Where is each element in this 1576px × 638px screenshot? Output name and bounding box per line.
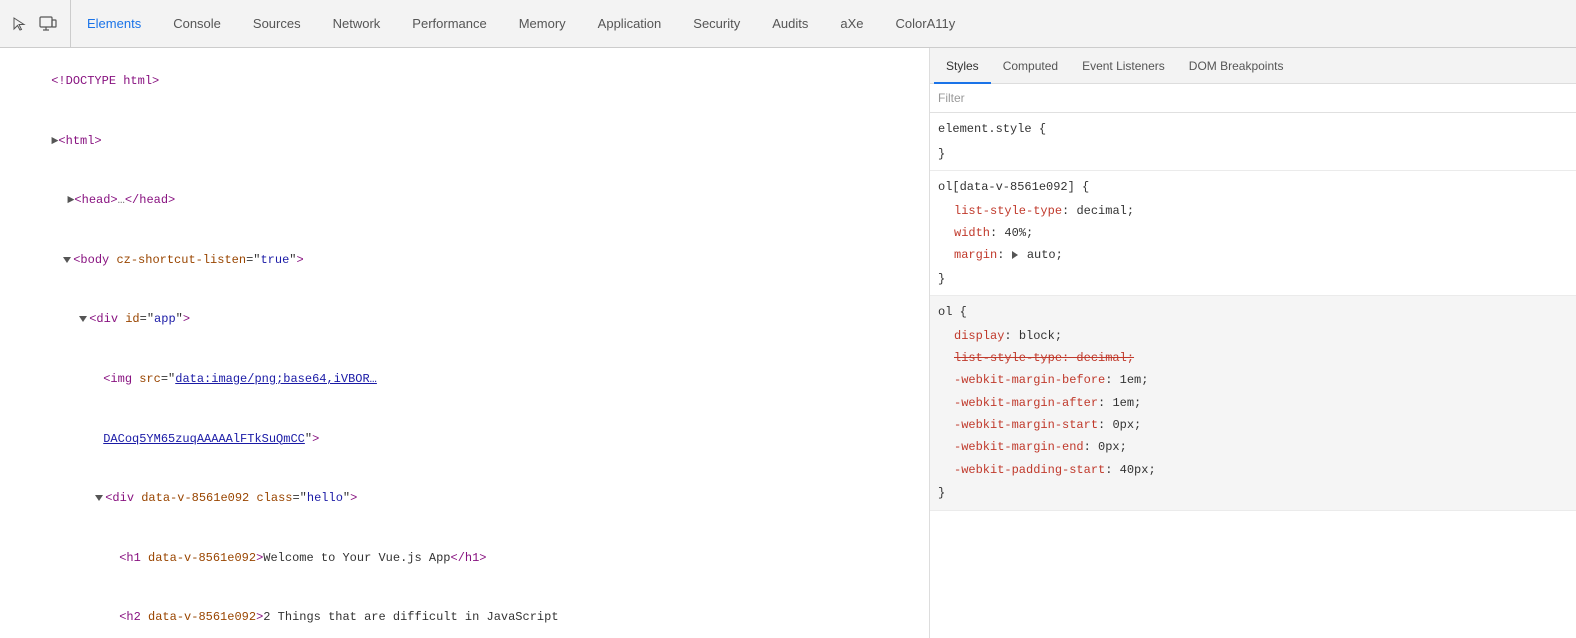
css-rule-webkit-margin-after: -webkit-margin-after: 1em; — [930, 392, 1576, 414]
tab-sources[interactable]: Sources — [237, 1, 317, 49]
css-rule-webkit-margin-end: -webkit-margin-end: 0px; — [930, 436, 1576, 458]
collapse-div-app-icon — [79, 316, 87, 322]
tab-colora11y[interactable]: ColorA11y — [880, 1, 972, 49]
css-rule-webkit-margin-before: -webkit-margin-before: 1em; — [930, 369, 1576, 391]
subtab-event-listeners[interactable]: Event Listeners — [1070, 49, 1177, 84]
ol-plain-close: } — [930, 481, 1576, 505]
main-area: <!DOCTYPE html> ►<html> ►<head>…</head> … — [0, 48, 1576, 638]
tab-application[interactable]: Application — [582, 1, 678, 49]
tab-console[interactable]: Console — [157, 1, 237, 49]
subtab-styles[interactable]: Styles — [934, 49, 991, 84]
css-block-element-style: element.style { } — [930, 113, 1576, 171]
dom-line-div-hello[interactable]: <div data-v-8561e092 class="hello"> — [0, 469, 929, 529]
ol-plain-selector: ol { — [930, 300, 1576, 324]
dom-line-img-cont[interactable]: DACoq5YM65zuqAAAAAlFTkSuQmCC"> — [0, 409, 929, 469]
css-rule-list-style-strikethrough: list-style-type: decimal; — [930, 347, 1576, 369]
tab-axe[interactable]: aXe — [824, 1, 879, 49]
tab-memory[interactable]: Memory — [503, 1, 582, 49]
main-nav: Elements Console Sources Network Perform… — [71, 0, 971, 48]
css-block-ol-attr: ol[data-v-8561e092] { list-style-type: d… — [930, 171, 1576, 296]
ol-attr-close: } — [930, 267, 1576, 291]
dom-line-html[interactable]: ►<html> — [0, 112, 929, 172]
sub-tabs: Styles Computed Event Listeners DOM Brea… — [930, 48, 1576, 84]
dom-panel[interactable]: <!DOCTYPE html> ►<html> ►<head>…</head> … — [0, 48, 930, 638]
collapse-div-hello-icon — [95, 495, 103, 501]
right-panel: Styles Computed Event Listeners DOM Brea… — [930, 48, 1576, 638]
subtab-computed[interactable]: Computed — [991, 49, 1070, 84]
dom-line-head[interactable]: ►<head>…</head> — [0, 171, 929, 231]
css-rule-margin: margin: auto; — [930, 244, 1576, 266]
tab-network[interactable]: Network — [317, 1, 397, 49]
top-nav: Elements Console Sources Network Perform… — [0, 0, 1576, 48]
dom-line-div-app[interactable]: <div id="app"> — [0, 290, 929, 350]
subtab-dom-breakpoints[interactable]: DOM Breakpoints — [1177, 49, 1296, 84]
element-style-selector: element.style { — [930, 117, 1576, 141]
collapse-body-icon — [63, 257, 71, 263]
tab-security[interactable]: Security — [677, 1, 756, 49]
css-rule-webkit-margin-start: -webkit-margin-start: 0px; — [930, 414, 1576, 436]
ol-attr-selector: ol[data-v-8561e092] { — [930, 175, 1576, 199]
tab-elements[interactable]: Elements — [71, 1, 157, 49]
css-block-ol-plain: ol { display: block; list-style-type: de… — [930, 296, 1576, 511]
dom-line-doctype[interactable]: <!DOCTYPE html> — [0, 52, 929, 112]
nav-icons — [0, 0, 71, 47]
dom-line-img[interactable]: <img src="data:image/png;base64,iVBOR… — [0, 350, 929, 410]
dom-line-body[interactable]: <body cz-shortcut-listen="true"> — [0, 231, 929, 291]
css-rule-webkit-padding-start: -webkit-padding-start: 40px; — [930, 459, 1576, 481]
css-rule-width: width: 40%; — [930, 222, 1576, 244]
responsive-icon[interactable] — [36, 12, 60, 36]
filter-bar: Filter — [930, 84, 1576, 113]
element-style-close: } — [930, 142, 1576, 166]
tab-performance[interactable]: Performance — [396, 1, 502, 49]
styles-content[interactable]: Filter element.style { } ol[data-v-8561e… — [930, 84, 1576, 638]
cursor-icon[interactable] — [10, 14, 30, 34]
css-rule-display: display: block; — [930, 325, 1576, 347]
filter-label: Filter — [938, 91, 965, 105]
dom-line-h1[interactable]: <h1 data-v-8561e092>Welcome to Your Vue.… — [0, 529, 929, 589]
dom-line-h2[interactable]: <h2 data-v-8561e092>2 Things that are di… — [0, 588, 929, 638]
css-rule-list-style-type: list-style-type: decimal; — [930, 200, 1576, 222]
tab-audits[interactable]: Audits — [756, 1, 824, 49]
